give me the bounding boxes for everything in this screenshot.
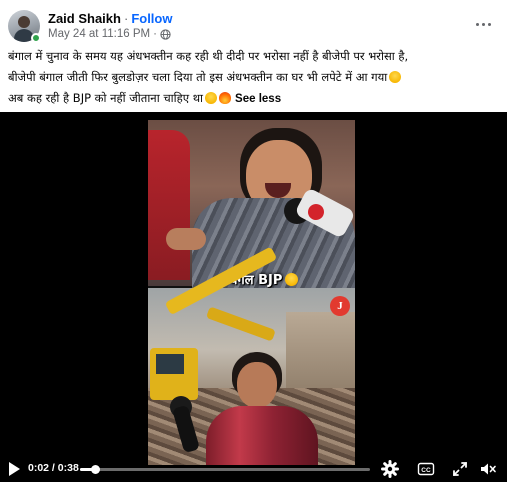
meta-separator: ·: [153, 28, 157, 40]
globe-icon: [160, 28, 171, 40]
laughing-emoji-icon: [389, 71, 402, 83]
post-caption: बंगाल में चुनाव के समय यह अंधभक्तीन कह र…: [8, 46, 503, 110]
caption-line-3: अब कह रही है BJP को नहीं जीताना चाहिए था…: [8, 88, 503, 110]
more-options-icon[interactable]: [471, 12, 495, 36]
post-meta: May 24 at 11:16 PM ·: [48, 28, 171, 40]
current-time: 0:02: [28, 462, 50, 474]
follow-button[interactable]: Follow: [131, 11, 172, 26]
rofl-emoji-icon: [205, 92, 218, 104]
see-less-link[interactable]: See less: [235, 93, 281, 105]
closed-captions-icon[interactable]: CC: [417, 460, 435, 478]
video-time: 0:02 / 0:38: [28, 462, 79, 474]
laughing-emoji-icon: [285, 273, 299, 286]
svg-text:CC: CC: [421, 467, 431, 474]
post-header: Zaid Shaikh · Follow May 24 at 11:16 PM ·: [0, 0, 507, 44]
fire-emoji-icon: [219, 92, 232, 104]
caption-line-1: बंगाल में चुनाव के समय यह अंधभक्तीन कह र…: [8, 49, 409, 63]
author-name[interactable]: Zaid Shaikh: [48, 11, 121, 26]
online-status-dot: [31, 33, 41, 43]
fullscreen-icon[interactable]: [451, 460, 469, 478]
channel-logo: J: [330, 296, 350, 316]
progress-handle[interactable]: [91, 465, 101, 474]
caption-line-2: बीजेपी बंगाल जीती फिर बुलडोज़र चला दिया …: [8, 67, 503, 88]
video-controls: 0:02 / 0:38 CC: [0, 456, 507, 482]
video-frame[interactable]: बंगल BJP J: [148, 120, 355, 465]
settings-gear-icon[interactable]: [381, 460, 399, 478]
author-line: Zaid Shaikh · Follow: [48, 11, 172, 27]
caption-line-2-text: बीजेपी बंगाल जीती फिर बुलडोज़र चला दिया …: [8, 70, 388, 84]
caption-line-3-text: अब कह रही है BJP को नहीं जीताना चाहिए था: [8, 91, 204, 105]
post-timestamp[interactable]: May 24 at 11:16 PM: [48, 28, 150, 40]
time-separator: /: [49, 462, 58, 474]
author-separator: ·: [123, 11, 129, 26]
volume-muted-icon[interactable]: [479, 460, 497, 478]
video-player[interactable]: बंगल BJP J 0:02 / 0:38 CC: [0, 112, 507, 482]
play-icon[interactable]: [9, 462, 20, 476]
duration: 0:38: [57, 462, 79, 474]
progress-bar[interactable]: [80, 468, 370, 471]
video-scene-bottom: J: [148, 246, 355, 465]
